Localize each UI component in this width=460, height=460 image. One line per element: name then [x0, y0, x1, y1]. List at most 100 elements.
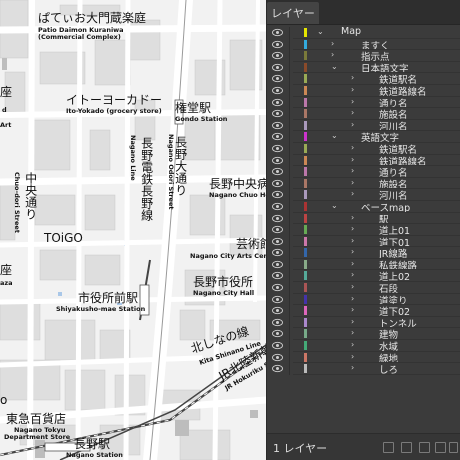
visibility-eye-icon[interactable]	[272, 156, 283, 165]
chevron-right-icon[interactable]: ›	[351, 328, 354, 337]
chevron-right-icon[interactable]: ›	[331, 50, 334, 59]
chevron-right-icon[interactable]: ›	[351, 363, 354, 372]
lock-column[interactable]	[289, 108, 290, 120]
visibility-eye-icon[interactable]	[272, 306, 283, 315]
chevron-right-icon[interactable]: ›	[351, 270, 354, 279]
lock-column[interactable]	[289, 61, 290, 74]
lock-column[interactable]	[289, 50, 290, 62]
chevron-right-icon[interactable]: ›	[351, 247, 354, 256]
visibility-eye-icon[interactable]	[272, 121, 283, 130]
visibility-eye-icon[interactable]	[272, 179, 283, 188]
new-sublayer-icon[interactable]	[419, 442, 430, 453]
lock-column[interactable]	[289, 305, 290, 317]
visibility-eye-icon[interactable]	[272, 40, 283, 49]
chevron-right-icon[interactable]: ›	[331, 39, 334, 48]
chevron-right-icon[interactable]: ›	[351, 85, 354, 94]
locate-object-icon[interactable]	[383, 442, 394, 453]
visibility-eye-icon[interactable]	[272, 98, 283, 107]
lock-column[interactable]	[289, 363, 290, 375]
chevron-down-icon[interactable]: ⌄	[331, 62, 338, 71]
chevron-right-icon[interactable]: ›	[351, 236, 354, 245]
lock-column[interactable]	[289, 142, 290, 155]
layer-row[interactable]: › 緑地	[267, 351, 460, 365]
chevron-right-icon[interactable]: ›	[351, 352, 354, 361]
chevron-right-icon[interactable]: ›	[351, 73, 354, 82]
layer-row[interactable]: › 通り名	[267, 166, 460, 179]
delete-layer-icon[interactable]	[449, 442, 458, 453]
layer-row[interactable]: › 施設名	[267, 108, 460, 121]
lock-column[interactable]	[289, 177, 290, 190]
lock-column[interactable]	[289, 73, 290, 85]
visibility-eye-icon[interactable]	[272, 74, 283, 83]
visibility-eye-icon[interactable]	[272, 364, 283, 373]
visibility-eye-icon[interactable]	[272, 341, 283, 350]
layer-row[interactable]: › 通り名	[267, 96, 460, 110]
layer-row[interactable]: › JR線路	[267, 247, 460, 260]
chevron-right-icon[interactable]: ›	[351, 108, 354, 117]
layer-row[interactable]: ⌄ 英語文字	[267, 131, 460, 144]
layer-row[interactable]: ⌄ ベースmap	[267, 200, 460, 214]
visibility-eye-icon[interactable]	[272, 144, 283, 153]
chevron-right-icon[interactable]: ›	[351, 224, 354, 233]
lock-column[interactable]	[289, 166, 290, 178]
visibility-eye-icon[interactable]	[272, 283, 283, 292]
layer-row[interactable]: › トンネル	[267, 316, 460, 330]
layer-row[interactable]: › 道下01	[267, 235, 460, 249]
chevron-down-icon[interactable]: ⌄	[317, 27, 324, 36]
chevron-right-icon[interactable]: ›	[351, 317, 354, 326]
visibility-eye-icon[interactable]	[272, 190, 283, 199]
layer-row[interactable]: › 道上02	[267, 270, 460, 283]
chevron-right-icon[interactable]: ›	[351, 97, 354, 106]
visibility-eye-icon[interactable]	[272, 237, 283, 246]
chevron-right-icon[interactable]: ›	[351, 282, 354, 291]
lock-column[interactable]	[289, 154, 290, 167]
visibility-eye-icon[interactable]	[272, 271, 283, 280]
lock-column[interactable]	[289, 131, 290, 143]
chevron-right-icon[interactable]: ›	[351, 143, 354, 152]
visibility-eye-icon[interactable]	[272, 295, 283, 304]
visibility-eye-icon[interactable]	[272, 248, 283, 257]
lock-column[interactable]	[289, 258, 290, 271]
layer-row[interactable]: › 私鉄線路	[267, 258, 460, 272]
chevron-down-icon[interactable]: ⌄	[331, 131, 338, 140]
layer-row[interactable]: › 道上01	[267, 224, 460, 237]
layer-row[interactable]: › 駅	[267, 212, 460, 226]
lock-column[interactable]	[289, 38, 290, 51]
lock-column[interactable]	[289, 224, 290, 236]
visibility-eye-icon[interactable]	[272, 109, 283, 118]
lock-column[interactable]	[289, 189, 290, 201]
visibility-eye-icon[interactable]	[272, 214, 283, 223]
layer-row[interactable]: › 施設名	[267, 177, 460, 191]
layer-row[interactable]: › 道塗り	[267, 293, 460, 307]
layer-row[interactable]: › 鉄道路線名	[267, 84, 460, 98]
chevron-right-icon[interactable]: ›	[351, 259, 354, 268]
visibility-eye-icon[interactable]	[272, 318, 283, 327]
chevron-right-icon[interactable]: ›	[351, 189, 354, 198]
layer-row[interactable]: › 鉄道駅名	[267, 142, 460, 156]
tab-layers[interactable]: レイヤー	[267, 2, 319, 24]
lock-column[interactable]	[289, 247, 290, 259]
chevron-down-icon[interactable]: ⌄	[331, 201, 338, 210]
lock-column[interactable]	[289, 316, 290, 329]
chevron-right-icon[interactable]: ›	[351, 178, 354, 187]
lock-column[interactable]	[289, 27, 290, 39]
chevron-right-icon[interactable]: ›	[351, 305, 354, 314]
layer-row[interactable]: › 水域	[267, 340, 460, 353]
lock-column[interactable]	[289, 351, 290, 364]
chevron-right-icon[interactable]: ›	[351, 155, 354, 164]
lock-column[interactable]	[289, 293, 290, 306]
chevron-right-icon[interactable]: ›	[351, 340, 354, 349]
lock-column[interactable]	[289, 200, 290, 213]
lock-column[interactable]	[289, 119, 290, 132]
lock-column[interactable]	[289, 84, 290, 97]
lock-column[interactable]	[289, 328, 290, 341]
visibility-eye-icon[interactable]	[272, 28, 283, 37]
visibility-eye-icon[interactable]	[272, 51, 283, 60]
lock-column[interactable]	[289, 282, 290, 294]
layer-row[interactable]: › 鉄道路線名	[267, 154, 460, 168]
lock-column[interactable]	[289, 96, 290, 109]
layer-row[interactable]: › 石段	[267, 282, 460, 295]
visibility-eye-icon[interactable]	[272, 353, 283, 362]
new-layer-icon[interactable]	[435, 442, 446, 453]
visibility-eye-icon[interactable]	[272, 225, 283, 234]
